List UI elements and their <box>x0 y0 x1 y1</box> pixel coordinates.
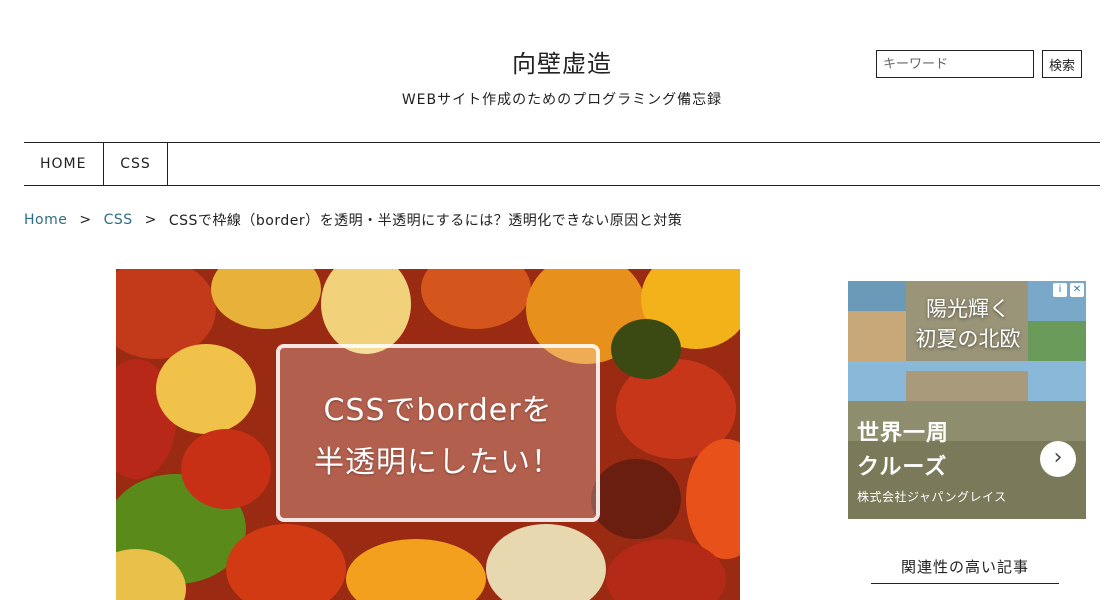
eyecatch-caption-line: 半透明にしたい！ <box>314 445 562 480</box>
ad-headline-line: 陽光輝く <box>926 297 1010 321</box>
breadcrumb-separator: > <box>144 212 157 228</box>
search-input[interactable] <box>876 50 1034 78</box>
eyecatch-caption-line: CSSでborderを <box>323 393 553 428</box>
eyecatch-image: CSSでborderを 半透明にしたい！ <box>116 269 740 600</box>
related-articles-heading: 関連性の高い記事 <box>871 556 1059 584</box>
breadcrumb-category-link[interactable]: CSS <box>104 212 133 228</box>
close-icon[interactable]: ✕ <box>1070 283 1084 297</box>
breadcrumb: Home > CSS > CSSで枠線（border）を透明・半透明にするには？… <box>24 210 682 230</box>
breadcrumb-separator: > <box>79 212 92 228</box>
info-icon[interactable]: i <box>1053 283 1067 297</box>
nav-item-home[interactable]: HOME <box>24 143 104 185</box>
breadcrumb-current: CSSで枠線（border）を透明・半透明にするには？透明化できない原因と対策 <box>168 213 683 229</box>
ad-title-line: クルーズ <box>857 455 948 480</box>
ad-title: 世界一周 クルーズ <box>857 417 949 485</box>
ad-headline: 陽光輝く 初夏の北欧 <box>908 294 1028 354</box>
ad-title-line: 世界一周 <box>857 421 950 446</box>
search-button[interactable]: 検索 <box>1042 50 1082 78</box>
breadcrumb-home-link[interactable]: Home <box>24 212 67 228</box>
ad-sponsor: 株式会社ジャパングレイス <box>857 490 1007 504</box>
nav-item-css[interactable]: CSS <box>104 143 168 185</box>
chevron-right-icon[interactable]: › <box>1040 441 1076 477</box>
site-tagline: WEBサイト作成のためのプログラミング備忘録 <box>401 92 723 108</box>
ad-badge: i ✕ <box>1053 283 1084 297</box>
global-nav: HOME CSS <box>24 142 1100 186</box>
eyecatch-caption: CSSでborderを 半透明にしたい！ <box>276 344 600 522</box>
search-form: 検索 <box>876 50 1082 78</box>
ad-headline-line: 初夏の北欧 <box>915 327 1021 351</box>
